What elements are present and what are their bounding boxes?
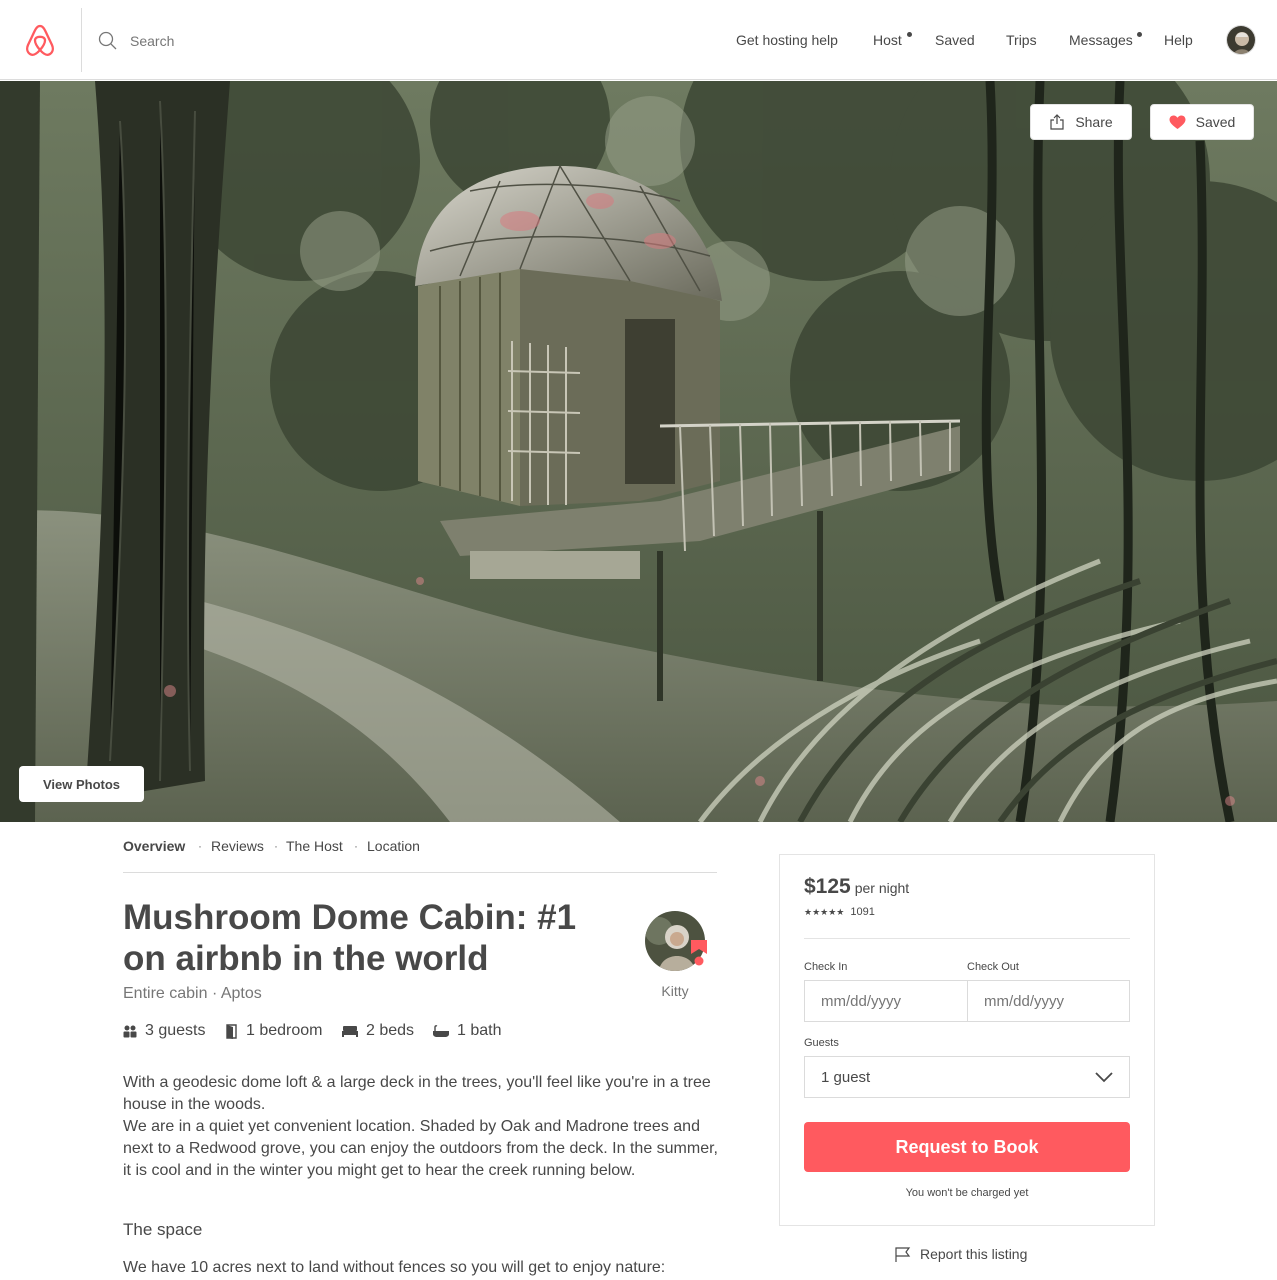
- guests-select[interactable]: 1 guest: [804, 1056, 1130, 1098]
- guests-icon: [123, 1025, 137, 1038]
- space-heading: The space: [123, 1220, 203, 1239]
- section-nav-reviews[interactable]: Reviews: [211, 838, 264, 854]
- section-nav-separator: ·: [198, 839, 202, 853]
- amenity-bath: 1 bath: [433, 1022, 501, 1040]
- listing-title: Mushroom Dome Cabin: #1 on airbnb in the…: [123, 898, 577, 978]
- section-nav-separator: ·: [274, 839, 278, 853]
- nav-get-hosting-help[interactable]: Get hosting help: [736, 32, 838, 48]
- search-input[interactable]: [130, 28, 430, 54]
- nav-messages[interactable]: Messages: [1069, 32, 1133, 48]
- messages-notification-dot: [1137, 32, 1142, 37]
- report-label: Report this listing: [920, 1246, 1028, 1262]
- share-button[interactable]: Share: [1030, 104, 1132, 140]
- user-avatar-icon: [1227, 26, 1255, 54]
- share-label: Share: [1075, 114, 1113, 130]
- flag-icon: [895, 1246, 911, 1262]
- check-in-label: Check In: [804, 961, 848, 973]
- request-to-book-button[interactable]: Request to Book: [804, 1122, 1130, 1172]
- section-nav: Overview · Reviews · The Host · Location: [123, 838, 717, 873]
- host-name[interactable]: Kitty: [645, 983, 705, 999]
- bath-icon: [433, 1024, 449, 1037]
- amenity-beds: 2 beds: [342, 1022, 414, 1040]
- bed-icon: [342, 1026, 358, 1037]
- space-text: We have 10 acres next to land without fe…: [123, 1259, 666, 1276]
- search-icon: [98, 31, 117, 50]
- date-range-picker: [804, 980, 1130, 1022]
- check-out-input[interactable]: [968, 981, 1130, 1021]
- amenity-bedroom: 1 bedroom: [226, 1022, 323, 1040]
- guests-value: 1 guest: [821, 1069, 871, 1086]
- nav-saved[interactable]: Saved: [935, 32, 975, 48]
- section-nav-separator: ·: [354, 839, 358, 853]
- rating[interactable]: ★★★★★ 1091: [804, 906, 875, 918]
- listing-description: With a geodesic dome loft & a large deck…: [123, 1074, 718, 1179]
- chevron-down-icon: [1095, 1072, 1113, 1083]
- saved-label: Saved: [1195, 114, 1236, 130]
- cabin-photo-image: [0, 81, 1277, 822]
- nav-trips[interactable]: Trips: [1006, 32, 1037, 48]
- listing-subtitle[interactable]: Entire cabin · Aptos: [123, 985, 262, 1003]
- airbnb-logo-icon[interactable]: [24, 24, 56, 58]
- no-charge-note: You won't be charged yet: [905, 1187, 1029, 1199]
- section-nav-the-host[interactable]: The Host: [286, 838, 343, 854]
- amenity-label: 2 beds: [366, 1022, 415, 1039]
- price-amount: $125: [804, 875, 851, 898]
- booking-panel: $125 per night ★★★★★ 1091 Check In Check …: [779, 854, 1155, 1226]
- review-count: 1091: [850, 906, 875, 918]
- top-header: Get hosting help Host Saved Trips Messag…: [0, 0, 1277, 80]
- superhost-badge-icon: [691, 940, 707, 966]
- view-photos-button[interactable]: View Photos: [19, 766, 144, 802]
- saved-button[interactable]: Saved: [1150, 104, 1254, 140]
- section-nav-location[interactable]: Location: [367, 838, 420, 854]
- check-out-label: Check Out: [967, 961, 1019, 973]
- amenity-label: 3 guests: [145, 1022, 206, 1039]
- nav-host[interactable]: Host: [873, 32, 902, 48]
- door-icon: [226, 1023, 237, 1039]
- booking-divider: [804, 938, 1130, 939]
- report-listing-link[interactable]: Report this listing: [895, 1246, 1027, 1262]
- share-icon: [1050, 114, 1064, 130]
- section-nav-overview[interactable]: Overview: [123, 838, 185, 854]
- amenity-guests: 3 guests: [123, 1022, 205, 1040]
- price-block: $125 per night: [804, 875, 909, 899]
- hero-photo[interactable]: Share Saved View Photos: [0, 81, 1277, 822]
- nav-help[interactable]: Help: [1164, 32, 1193, 48]
- price-unit: per night: [854, 880, 910, 896]
- host-notification-dot: [907, 32, 912, 37]
- amenity-label: 1 bath: [457, 1022, 502, 1039]
- check-in-input[interactable]: [805, 981, 967, 1021]
- guests-label: Guests: [804, 1037, 839, 1049]
- header-divider: [81, 8, 82, 72]
- user-avatar[interactable]: [1226, 25, 1256, 55]
- rating-stars-icon: ★★★★★: [804, 907, 845, 917]
- amenity-label: 1 bedroom: [246, 1022, 323, 1039]
- heart-icon: [1169, 115, 1186, 129]
